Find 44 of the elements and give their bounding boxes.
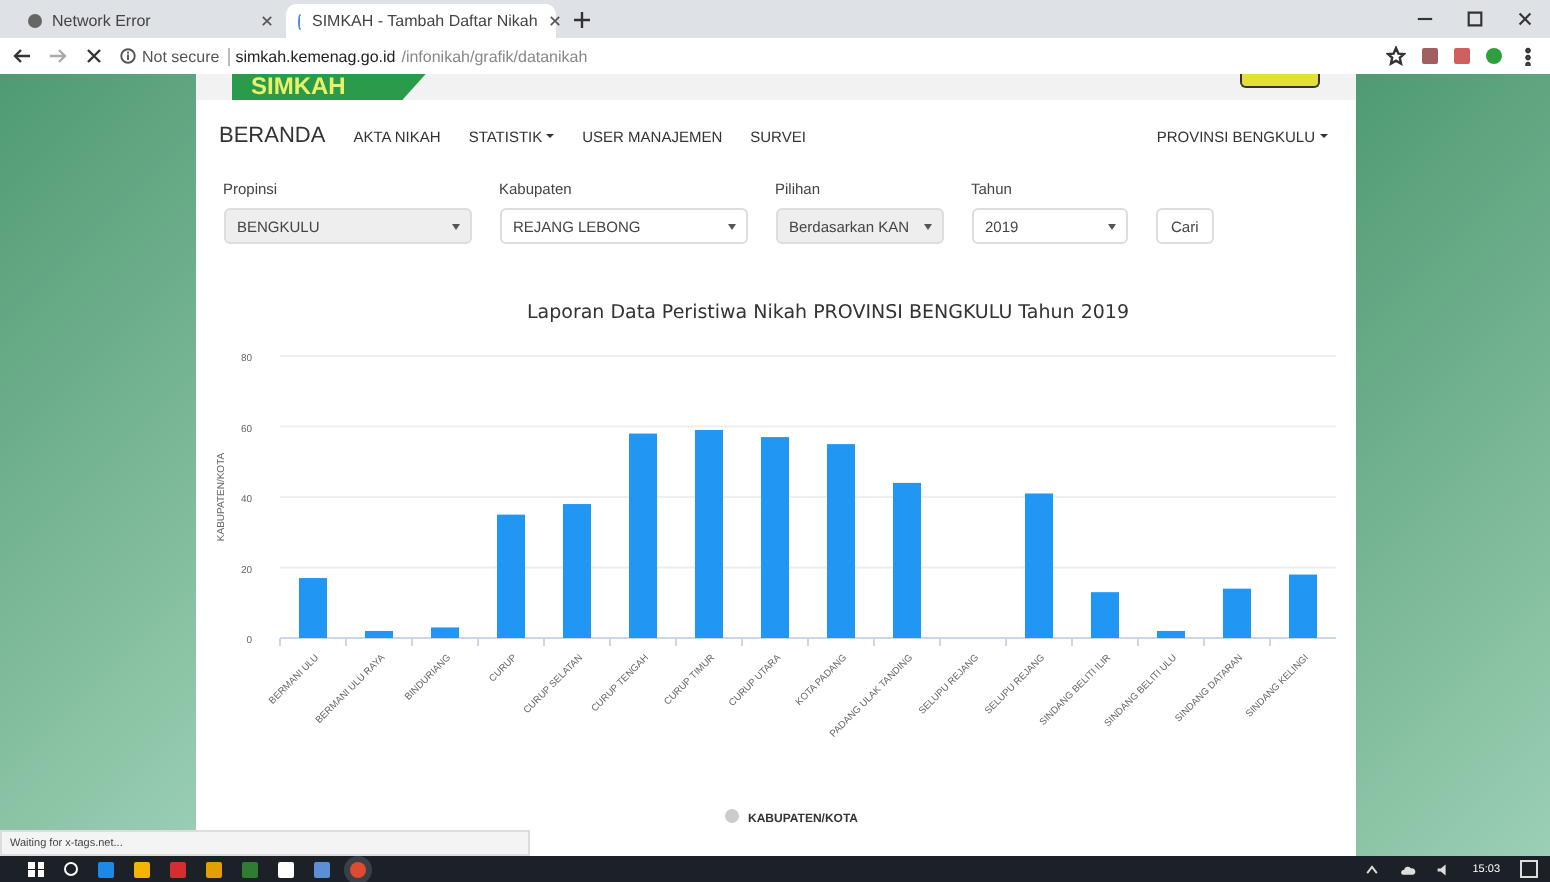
profile-icon[interactable] [1486, 48, 1502, 64]
chart-bar [298, 578, 326, 638]
close-icon[interactable] [260, 14, 274, 28]
search-icon[interactable] [64, 862, 78, 876]
app-icon[interactable] [134, 861, 150, 877]
maximize-icon[interactable] [1466, 10, 1484, 28]
cloud-icon[interactable] [1400, 861, 1417, 877]
back-arrow-icon[interactable] [12, 46, 32, 66]
star-icon[interactable] [1386, 46, 1406, 66]
new-tab-icon[interactable] [572, 10, 592, 30]
chart-bar [562, 504, 590, 638]
chart-bar [1090, 592, 1118, 638]
legend-marker [724, 809, 738, 823]
url-path: /infonikah/grafik/datanikah [401, 47, 588, 65]
security-label: Not secure [142, 47, 230, 65]
chart-bar [364, 630, 392, 638]
close-icon[interactable] [1516, 10, 1534, 28]
chart-bar [1288, 574, 1316, 638]
chart-bar [1222, 588, 1250, 638]
browser-tab[interactable]: Network Error [16, 4, 286, 38]
url-host: simkah.kemenag.go.id [235, 47, 396, 65]
windows-icon[interactable] [28, 861, 44, 877]
tab-title: SIMKAH - Tambah Daftar Nikah [312, 12, 538, 30]
browser-tab[interactable]: SIMKAH - Tambah Daftar Nikah [286, 4, 556, 38]
chevron-up-icon[interactable] [1364, 861, 1381, 877]
chart-bar [430, 627, 458, 638]
caret-icon [1107, 223, 1115, 229]
caret-icon [923, 223, 931, 229]
caret-icon [546, 134, 555, 138]
info-icon [120, 48, 136, 64]
caret-icon [1319, 134, 1327, 138]
app-icon[interactable] [206, 861, 222, 877]
chart-bar [1156, 630, 1184, 638]
stop-icon[interactable] [84, 46, 104, 66]
close-icon[interactable] [547, 14, 562, 28]
chart-bar [496, 514, 524, 638]
header-button[interactable] [1239, 74, 1319, 88]
tab-title: Network Error [52, 12, 153, 30]
nav-link[interactable]: BERANDA [219, 124, 326, 148]
chart-title: Laporan Data Peristiwa Nikah PROVINSI BENGKULU Tahun 2019 [526, 302, 1128, 324]
notification-icon[interactable] [1520, 860, 1538, 878]
app-icon[interactable] [278, 861, 294, 877]
caret-icon [727, 223, 735, 229]
caret-icon [451, 223, 459, 229]
